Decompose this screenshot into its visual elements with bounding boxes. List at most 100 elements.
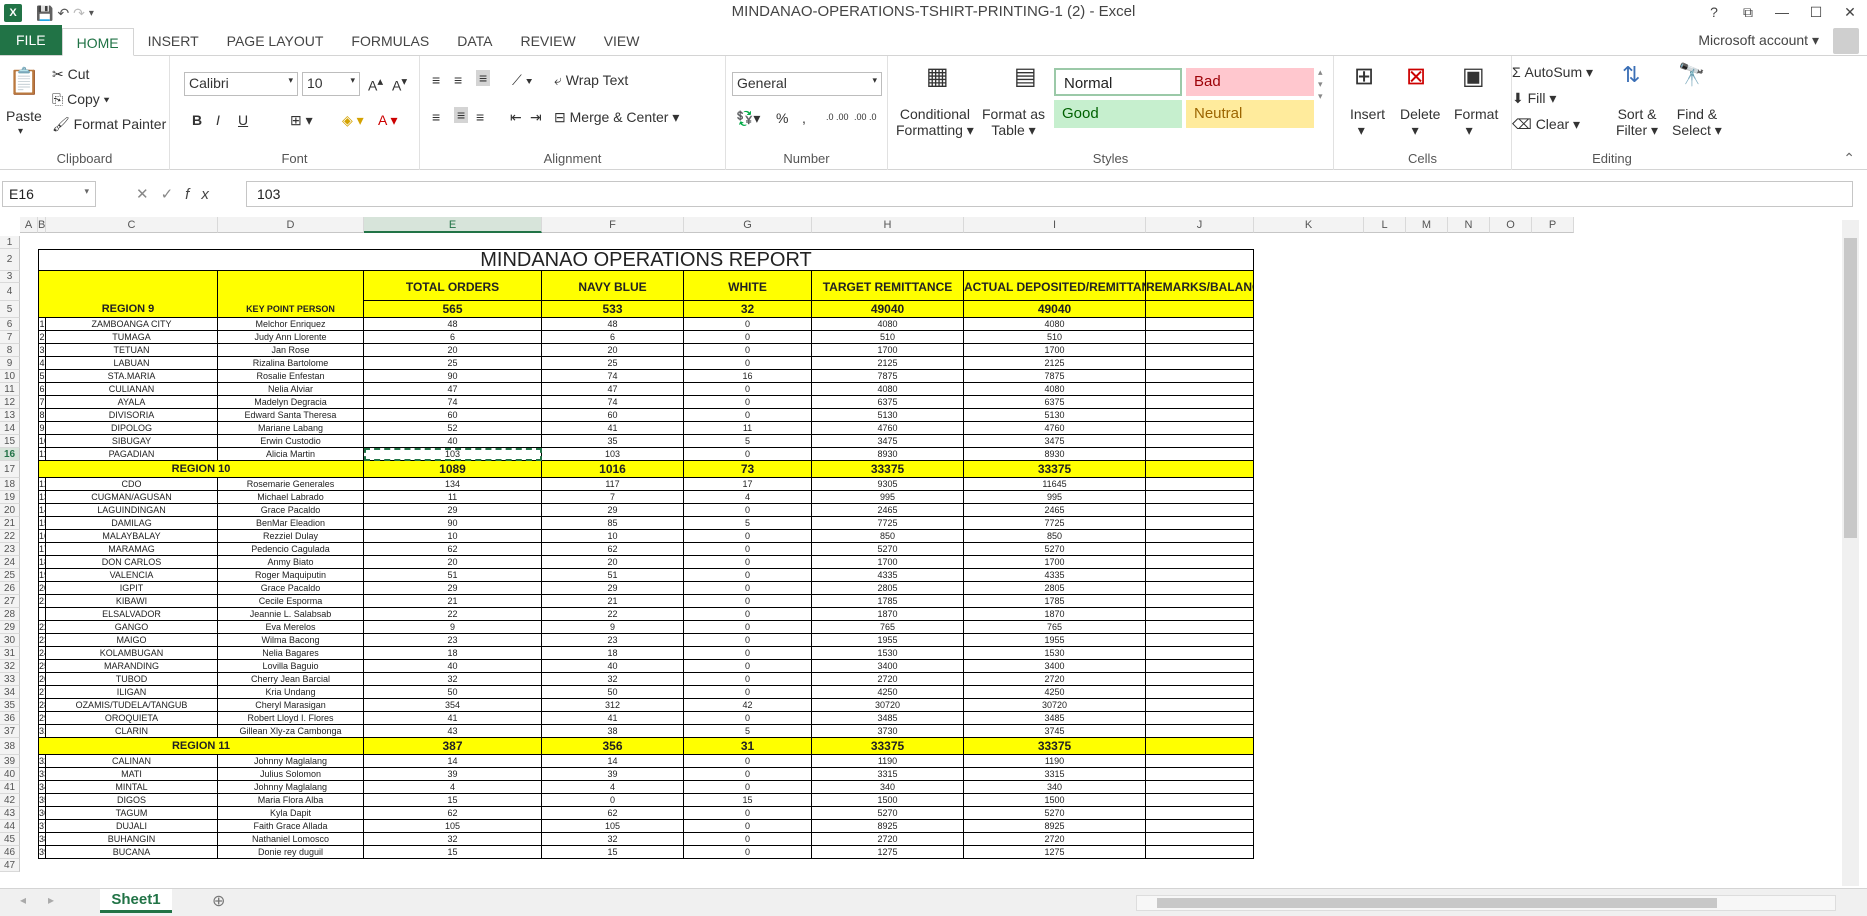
section-target[interactable]: 33375 [812, 461, 964, 478]
header-actual[interactable]: ACTUAL DEPOSITED/REMITTANCE [964, 271, 1146, 301]
total-orders-cell[interactable]: 48 [364, 318, 542, 331]
person-cell[interactable]: Pedencio Cagulada [218, 543, 364, 556]
white-cell[interactable]: 0 [684, 647, 812, 660]
section-navy[interactable]: 533 [542, 301, 684, 318]
remarks-cell[interactable] [1146, 725, 1254, 738]
white-cell[interactable]: 0 [684, 530, 812, 543]
format-cells-icon[interactable]: ▣ [1462, 62, 1485, 91]
target-remittance-cell[interactable]: 1530 [812, 647, 964, 660]
target-remittance-cell[interactable]: 5270 [812, 543, 964, 556]
target-remittance-cell[interactable]: 510 [812, 331, 964, 344]
navy-blue-cell[interactable]: 29 [542, 582, 684, 595]
person-cell[interactable]: Johnny Maglalang [218, 781, 364, 794]
person-cell[interactable]: Michael Labrado [218, 491, 364, 504]
actual-deposited-cell[interactable]: 1955 [964, 634, 1146, 647]
row-header-7[interactable]: 7 [0, 331, 20, 344]
person-cell[interactable]: Rosalie Enfestan [218, 370, 364, 383]
remarks-cell[interactable] [1146, 621, 1254, 634]
total-orders-cell[interactable]: 32 [364, 833, 542, 846]
navy-blue-cell[interactable]: 25 [542, 357, 684, 370]
white-cell[interactable]: 0 [684, 569, 812, 582]
row-header-36[interactable]: 36 [0, 712, 20, 725]
column-header-c[interactable]: C [46, 217, 218, 233]
row-number[interactable]: 4 [38, 357, 46, 370]
city-cell[interactable]: DAMILAG [46, 517, 218, 530]
total-orders-cell[interactable]: 47 [364, 383, 542, 396]
total-orders-cell[interactable]: 29 [364, 504, 542, 517]
customize-qat-icon[interactable]: ▾ [89, 8, 94, 19]
remarks-cell[interactable] [1146, 569, 1254, 582]
section-remarks[interactable] [1146, 461, 1254, 478]
actual-deposited-cell[interactable]: 4760 [964, 422, 1146, 435]
row-number[interactable]: 23 [38, 634, 46, 647]
row-header-15[interactable]: 15 [0, 435, 20, 448]
target-remittance-cell[interactable]: 4250 [812, 686, 964, 699]
target-remittance-cell[interactable]: 3730 [812, 725, 964, 738]
sheet-tab-sheet1[interactable]: Sheet1 [100, 889, 172, 913]
navy-blue-cell[interactable]: 62 [542, 807, 684, 820]
total-orders-cell[interactable]: 52 [364, 422, 542, 435]
person-cell[interactable]: Cheryl Marasigan [218, 699, 364, 712]
actual-deposited-cell[interactable]: 8925 [964, 820, 1146, 833]
name-box[interactable]: E16 ▾ [2, 181, 96, 207]
actual-deposited-cell[interactable]: 4080 [964, 318, 1146, 331]
person-cell[interactable]: Gillean Xly-za Cambonga [218, 725, 364, 738]
white-cell[interactable]: 0 [684, 634, 812, 647]
white-cell[interactable]: 16 [684, 370, 812, 383]
row-number[interactable]: 18 [38, 556, 46, 569]
actual-deposited-cell[interactable]: 2465 [964, 504, 1146, 517]
row-header-12[interactable]: 12 [0, 396, 20, 409]
city-cell[interactable]: CLARIN [46, 725, 218, 738]
navy-blue-cell[interactable]: 6 [542, 331, 684, 344]
white-cell[interactable]: 0 [684, 673, 812, 686]
navy-blue-cell[interactable]: 85 [542, 517, 684, 530]
actual-deposited-cell[interactable]: 1500 [964, 794, 1146, 807]
row-number[interactable]: 16 [38, 530, 46, 543]
sheet-nav-prev-icon[interactable]: ◂ [20, 893, 26, 907]
navy-blue-cell[interactable]: 22 [542, 608, 684, 621]
navy-blue-cell[interactable]: 35 [542, 435, 684, 448]
find-select-icon[interactable]: 🔭 [1678, 62, 1705, 88]
person-cell[interactable]: Grace Pacaldo [218, 504, 364, 517]
section-navy[interactable]: 356 [542, 738, 684, 755]
city-cell[interactable]: MALAYBALAY [46, 530, 218, 543]
white-cell[interactable]: 42 [684, 699, 812, 712]
section-remarks[interactable] [1146, 301, 1254, 318]
remarks-cell[interactable] [1146, 608, 1254, 621]
city-cell[interactable]: BUHANGIN [46, 833, 218, 846]
city-cell[interactable]: DON CARLOS [46, 556, 218, 569]
row-header-20[interactable]: 20 [0, 504, 20, 517]
city-cell[interactable]: DIGOS [46, 794, 218, 807]
remarks-cell[interactable] [1146, 686, 1254, 699]
merge-center-button[interactable]: ⊟ Merge & Center ▾ [554, 109, 679, 126]
row-number[interactable]: 5 [38, 370, 46, 383]
row-header-21[interactable]: 21 [0, 517, 20, 530]
navy-blue-cell[interactable]: 103 [542, 448, 684, 461]
close-icon[interactable]: ✕ [1833, 0, 1867, 26]
row-number[interactable]: 10 [38, 435, 46, 448]
white-cell[interactable]: 17 [684, 478, 812, 491]
person-cell[interactable]: Eva Merelos [218, 621, 364, 634]
column-header-m[interactable]: M [1406, 217, 1448, 233]
target-remittance-cell[interactable]: 1275 [812, 846, 964, 859]
total-orders-cell[interactable]: 39 [364, 768, 542, 781]
remarks-cell[interactable] [1146, 357, 1254, 370]
person-cell[interactable]: Grace Pacaldo [218, 582, 364, 595]
column-header-h[interactable]: H [812, 217, 964, 233]
city-cell[interactable]: TAGUM [46, 807, 218, 820]
target-remittance-cell[interactable]: 30720 [812, 699, 964, 712]
row-header-3[interactable]: 3 [0, 271, 20, 283]
total-orders-cell[interactable]: 14 [364, 755, 542, 768]
increase-decimal-button[interactable]: .0 .00 [826, 112, 849, 122]
collapse-ribbon-icon[interactable]: ⌃ [1843, 150, 1855, 167]
row-header-5[interactable]: 5 [0, 301, 20, 318]
city-cell[interactable]: TUMAGA [46, 331, 218, 344]
worksheet-grid[interactable]: A B C D E F G H I J K L M N O P 1 2 3 4 5 6 7 8 9 10 11 12 13 14 15 16 1… [0, 217, 1840, 887]
actual-deposited-cell[interactable]: 850 [964, 530, 1146, 543]
actual-deposited-cell[interactable]: 3485 [964, 712, 1146, 725]
row-number[interactable]: 25 [38, 660, 46, 673]
white-cell[interactable]: 0 [684, 409, 812, 422]
remarks-cell[interactable] [1146, 448, 1254, 461]
target-remittance-cell[interactable]: 5130 [812, 409, 964, 422]
target-remittance-cell[interactable]: 4760 [812, 422, 964, 435]
